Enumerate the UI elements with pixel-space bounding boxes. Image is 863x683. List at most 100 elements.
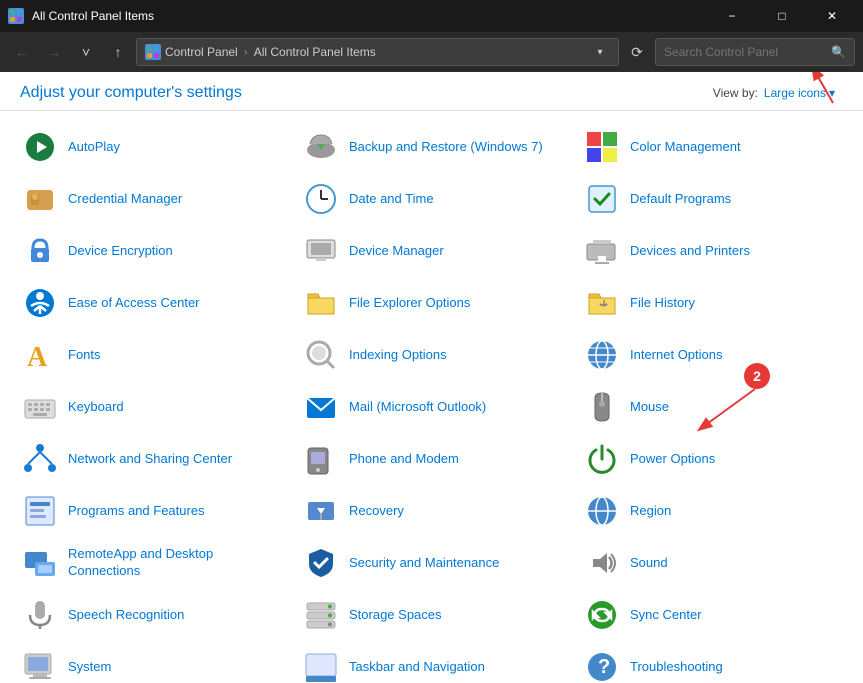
label-defaultprograms: Default Programs [630, 191, 731, 208]
icon-synccenter [584, 597, 620, 633]
control-item-internetoptions[interactable]: Internet Options [572, 329, 853, 381]
label-fonts: Fonts [68, 347, 101, 364]
control-item-easeofaccess[interactable]: Ease of Access Center [10, 277, 291, 329]
control-item-synccenter[interactable]: Sync Center [572, 589, 853, 641]
label-recovery: Recovery [349, 503, 404, 520]
control-item-backup[interactable]: Backup and Restore (Windows 7) [291, 121, 572, 173]
control-item-filehistory[interactable]: File History [572, 277, 853, 329]
view-by-value-text: Large icons [764, 86, 826, 100]
search-box[interactable]: 🔍 [655, 38, 855, 66]
control-item-troubleshooting[interactable]: ? Troubleshooting [572, 641, 853, 683]
content-area: Adjust your computer's settings View by:… [0, 72, 863, 683]
icon-speechrecognition [22, 597, 58, 633]
label-filehistory: File History [630, 295, 695, 312]
label-devicesandprinters: Devices and Printers [630, 243, 750, 260]
icon-internetoptions [584, 337, 620, 373]
address-dropdown-btn[interactable]: ▾ [590, 38, 610, 66]
label-sound: Sound [630, 555, 668, 572]
label-speechrecognition: Speech Recognition [68, 607, 184, 624]
search-input[interactable] [664, 45, 827, 59]
label-devicemanager: Device Manager [349, 243, 444, 260]
control-item-sound[interactable]: Sound [572, 537, 853, 589]
forward-button[interactable]: → [40, 38, 68, 66]
control-item-poweroptions[interactable]: Power Options [572, 433, 853, 485]
control-item-devicesandprinters[interactable]: Devices and Printers [572, 225, 853, 277]
control-item-remoteapp[interactable]: RemoteApp and Desktop Connections [10, 537, 291, 589]
label-poweroptions: Power Options [630, 451, 715, 468]
control-item-phoneandmodem[interactable]: Phone and Modem [291, 433, 572, 485]
label-synccenter: Sync Center [630, 607, 702, 624]
control-item-fonts[interactable]: A Fonts [10, 329, 291, 381]
dropdown-button[interactable]: ˅ [72, 38, 100, 66]
label-keyboard: Keyboard [68, 399, 124, 416]
icon-region [584, 493, 620, 529]
control-item-networksharingcenter[interactable]: Network and Sharing Center [10, 433, 291, 485]
icon-storagespaces [303, 597, 339, 633]
icon-devicesandprinters [584, 233, 620, 269]
close-button[interactable]: ✕ [809, 0, 855, 32]
label-system: System [68, 659, 111, 676]
items-grid: AutoPlayBackup and Restore (Windows 7) Co… [10, 121, 853, 683]
icon-keyboard [22, 389, 58, 425]
back-button[interactable]: ← [8, 38, 36, 66]
separator1: › [244, 45, 248, 59]
icon-deviceencryption [22, 233, 58, 269]
icon-backup [303, 129, 339, 165]
minimize-button[interactable]: − [709, 0, 755, 32]
label-phoneandmodem: Phone and Modem [349, 451, 459, 468]
label-fileexploreroptions: File Explorer Options [349, 295, 470, 312]
icon-programsandfeatures [22, 493, 58, 529]
control-item-devicemanager[interactable]: Device Manager [291, 225, 572, 277]
control-item-region[interactable]: Region [572, 485, 853, 537]
window-controls: − □ ✕ [709, 0, 855, 32]
control-item-fileexploreroptions[interactable]: File Explorer Options [291, 277, 572, 329]
search-icon: 🔍 [831, 45, 846, 59]
icon-taskbarandnavigation [303, 649, 339, 683]
control-item-mouse[interactable]: Mouse [572, 381, 853, 433]
refresh-button[interactable]: ⟳ [623, 38, 651, 66]
up-button[interactable]: ↑ [104, 38, 132, 66]
icon-credential [22, 181, 58, 217]
icon-fonts: A [22, 337, 58, 373]
control-item-autoplay[interactable]: AutoPlay [10, 121, 291, 173]
control-item-system[interactable]: System [10, 641, 291, 683]
icon-poweroptions [584, 441, 620, 477]
label-easeofaccess: Ease of Access Center [68, 295, 200, 312]
label-region: Region [630, 503, 671, 520]
label-color: Color Management [630, 139, 741, 156]
control-item-credential[interactable]: Credential Manager [10, 173, 291, 225]
label-mail: Mail (Microsoft Outlook) [349, 399, 486, 416]
icon-phoneandmodem [303, 441, 339, 477]
icon-devicemanager [303, 233, 339, 269]
icon-autoplay [22, 129, 58, 165]
control-item-keyboard[interactable]: Keyboard [10, 381, 291, 433]
address-box[interactable]: Control Panel › All Control Panel Items … [136, 38, 619, 66]
control-item-recovery[interactable]: Recovery [291, 485, 572, 537]
control-item-speechrecognition[interactable]: Speech Recognition [10, 589, 291, 641]
icon-sound [584, 545, 620, 581]
control-item-defaultprograms[interactable]: Default Programs [572, 173, 853, 225]
control-item-indexing[interactable]: Indexing Options [291, 329, 572, 381]
control-item-deviceencryption[interactable]: Device Encryption [10, 225, 291, 277]
label-internetoptions: Internet Options [630, 347, 723, 364]
control-item-mail[interactable]: Mail (Microsoft Outlook) [291, 381, 572, 433]
icon-color [584, 129, 620, 165]
control-item-taskbarandnavigation[interactable]: Taskbar and Navigation [291, 641, 572, 683]
control-item-color[interactable]: Color Management [572, 121, 853, 173]
view-by-label: View by: [713, 86, 758, 100]
control-item-securityandmaintenance[interactable]: Security and Maintenance [291, 537, 572, 589]
icon-defaultprograms [584, 181, 620, 217]
content-header: Adjust your computer's settings View by:… [0, 72, 863, 111]
label-remoteapp: RemoteApp and Desktop Connections [68, 546, 279, 580]
control-item-programsandfeatures[interactable]: Programs and Features [10, 485, 291, 537]
control-item-storagespaces[interactable]: Storage Spaces [291, 589, 572, 641]
svg-text:?: ? [598, 656, 610, 678]
control-item-datetime[interactable]: Date and Time [291, 173, 572, 225]
label-troubleshooting: Troubleshooting [630, 659, 723, 676]
items-container: 2 AutoPlayBackup and Restore (Windows 7)… [0, 111, 863, 683]
label-datetime: Date and Time [349, 191, 434, 208]
maximize-button[interactable]: □ [759, 0, 805, 32]
view-by-dropdown[interactable]: Large icons ▾ [764, 86, 835, 100]
icon-datetime [303, 181, 339, 217]
icon-mail [303, 389, 339, 425]
